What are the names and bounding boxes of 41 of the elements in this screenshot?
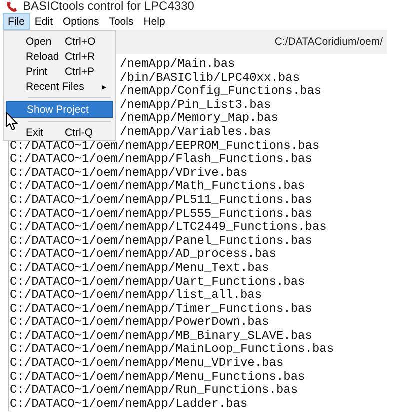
menu-item[interactable]: Print Ctrl+P xyxy=(6,64,113,79)
file-path: C:/DATACO~1/oem/nemApp/Uart_Functions.bas xyxy=(10,276,306,289)
window-title: BASICtools control for LPC4330 xyxy=(23,0,194,13)
file-path: C:/DATACO~1/oem/nemApp/AD_process.bas xyxy=(10,248,276,262)
menu-item[interactable]: Edit xyxy=(30,13,58,30)
file-path: C:/DATACO~1/oem/nemApp/LTC2449_Functions.bas xyxy=(10,221,327,235)
file-path: C:/DATACO~1/oem/nemApp/Flash_Functions.bas xyxy=(10,153,312,167)
file-path: C:/DATACO~1/oem/nemApp/VDrive.bas xyxy=(10,166,248,180)
file-path: C:/DATACO~1/oem/nemApp/EEPROM_Functions.bas xyxy=(10,140,320,153)
file-path: C:/DATACO~1/oem/nemApp/Timer_Functions.bas xyxy=(10,302,312,316)
file-path: C:/DATACO~1/oem/nemApp/Ladder.bas xyxy=(10,398,248,412)
file-path: C:/DATACO~1/oem/nemApp/Menu_VDrive.bas xyxy=(10,357,284,371)
menu-item[interactable]: Options xyxy=(58,13,104,30)
file-path: /nemApp/Pin_List3.bas xyxy=(120,98,272,112)
path-label: C:/DATACoridium/oem/ xyxy=(274,36,383,48)
mouse-pointer-icon xyxy=(6,112,18,131)
menu-item[interactable]: Help xyxy=(138,13,170,30)
menu-item[interactable]: File xyxy=(3,13,30,30)
file-path: C:/DATACO~1/oem/nemApp/PL555_Functions.bas xyxy=(10,208,312,221)
phone-icon xyxy=(6,2,18,12)
menu-item[interactable]: Recent Files ▸ xyxy=(6,79,113,94)
menu-item[interactable]: Show Project xyxy=(6,101,113,118)
file-path: C:/DATACO~1/oem/nemApp/Menu_Text.bas xyxy=(10,262,270,276)
file-path: C:/DATACO~1/oem/nemApp/PL511_Functions.bas xyxy=(10,194,312,208)
file-path: /nemApp/Memory_Map.bas xyxy=(120,112,278,126)
file-path: C:/DATACO~1/oem/nemApp/PowerDown.bas xyxy=(10,316,270,330)
file-path: C:/DATACO~1/oem/nemApp/Menu_Functions.bas xyxy=(10,370,306,384)
menu-item[interactable]: Exit Ctrl-Q xyxy=(6,125,113,140)
menu-item[interactable]: Tools xyxy=(104,13,139,30)
file-path: /bin/BASIClib/LPC40xx.bas xyxy=(120,72,300,85)
menu-item[interactable]: Reload Ctrl+R xyxy=(6,49,113,64)
file-path: C:/DATACO~1/oem/nemApp/Panel_Functions.bas xyxy=(10,234,312,248)
file-path: C:/DATACO~1/oem/nemApp/MainLoop_Functions.bas xyxy=(10,343,334,357)
file-path: /nemApp/Variables.bas xyxy=(120,126,272,140)
file-path: /nemApp/Main.bas xyxy=(120,58,236,72)
file-path: /nemApp/Config_Functions.bas xyxy=(120,85,322,99)
file-path: C:/DATACO~1/oem/nemApp/list_all.bas xyxy=(10,289,262,303)
file-path: C:/DATACO~1/oem/nemApp/Math_Functions.bas xyxy=(10,180,306,194)
file-path: C:/DATACO~1/oem/nemApp/Run_Functions.bas xyxy=(10,384,298,398)
menu-item[interactable]: Open Ctrl+O xyxy=(6,34,113,49)
file-path: C:/DATACO~1/oem/nemApp/MB_Binary_SLAVE.bas xyxy=(10,330,312,343)
